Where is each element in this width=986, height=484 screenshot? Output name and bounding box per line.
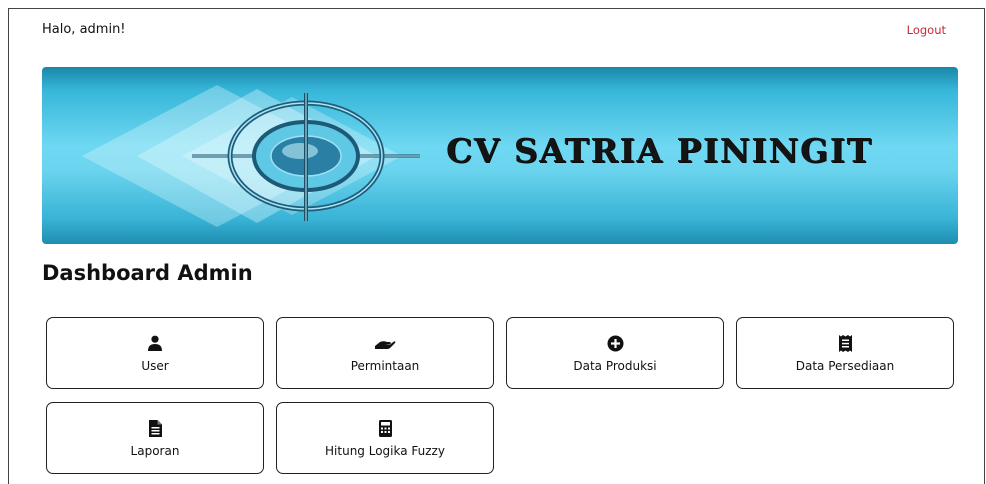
receipt-icon xyxy=(834,333,856,353)
menu-card-laporan[interactable]: Laporan xyxy=(46,402,264,474)
calculator-icon xyxy=(374,418,396,438)
menu-card-data-persediaan[interactable]: Data Persediaan xyxy=(736,317,954,389)
menu-card-user[interactable]: User xyxy=(46,317,264,389)
menu-card-label: Laporan xyxy=(130,444,180,458)
company-banner: CV SATRIA PININGIT xyxy=(42,67,958,244)
page-title: Dashboard Admin xyxy=(42,261,253,285)
hand-holding-icon xyxy=(374,333,396,353)
user-icon xyxy=(144,333,166,353)
menu-card-label: Permintaan xyxy=(350,359,420,373)
menu-card-data-produksi[interactable]: Data Produksi xyxy=(506,317,724,389)
logout-link[interactable]: Logout xyxy=(907,23,946,37)
menu-card-label: Data Persediaan xyxy=(795,359,895,373)
menu-card-label: Hitung Logika Fuzzy xyxy=(325,444,445,458)
greeting-text: Halo, admin! xyxy=(42,22,126,37)
menu-card-label: User xyxy=(141,359,169,373)
menu-card-label: Data Produksi xyxy=(573,359,657,373)
menu-card-hitung-logika-fuzzy[interactable]: Hitung Logika Fuzzy xyxy=(276,402,494,474)
menu-card-permintaan[interactable]: Permintaan xyxy=(276,317,494,389)
company-name: CV SATRIA PININGIT xyxy=(446,131,873,170)
file-document-icon xyxy=(144,418,166,438)
plus-circle-icon xyxy=(604,333,626,353)
